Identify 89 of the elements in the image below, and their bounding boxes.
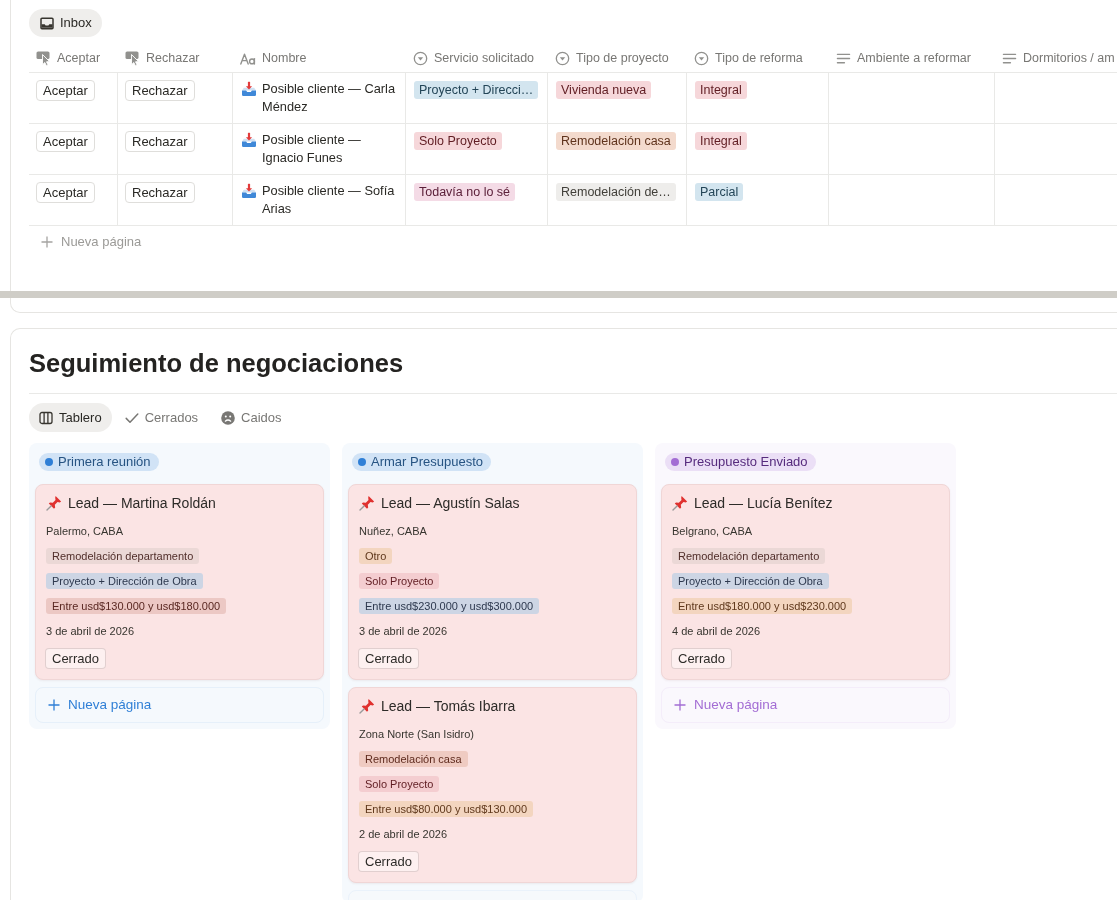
action-button[interactable]: Aceptar [36, 131, 95, 152]
card-location: Zona Norte (San Isidro) [359, 727, 475, 742]
property-tag: Solo Proyecto [359, 776, 440, 792]
section-title: Seguimiento de negociaciones [29, 348, 404, 379]
card-location: Palermo, CABA [46, 524, 125, 539]
button-cursor-icon [36, 50, 51, 66]
select-tag: Vivienda nueva [556, 81, 652, 99]
row-title[interactable]: Posible cliente — Ignacio Funes [262, 131, 403, 167]
row-title[interactable]: Posible cliente — Sofía Arias [262, 182, 403, 218]
column-header[interactable]: Tipo de reforma [687, 44, 829, 72]
sad-face-icon [221, 410, 236, 425]
column-header[interactable]: Tipo de proyecto [548, 44, 687, 72]
property-tag: Entre usd$180.000 y usd$230.000 [672, 598, 853, 614]
property-tag: Remodelación departamento [46, 548, 200, 564]
column-header[interactable]: Dormitorios / am [995, 44, 1117, 72]
view-tab[interactable]: Caidos [211, 403, 292, 432]
view-tab[interactable]: Tablero [29, 403, 112, 432]
select-tag: Integral [695, 81, 747, 99]
property-tag: Entre usd$80.000 y usd$130.000 [359, 801, 534, 817]
action-button[interactable]: Rechazar [125, 80, 195, 101]
card-title: Lead — Agustín Salas [381, 494, 520, 513]
plus-icon [674, 699, 686, 711]
card-title: Lead — Lucía Benítez [694, 494, 833, 513]
card-date: 3 de abril de 2026 [46, 624, 136, 639]
select-icon [694, 50, 709, 66]
property-tag: Remodelación casa [359, 751, 468, 767]
board-card[interactable]: Lead — Tomás Ibarra Zona Norte (San Isidro) Remodelación casa Solo Proyecto Entre usd$80.000 y usd$130.000 2 de abril de 2026 Cerrado [348, 687, 637, 883]
check-icon [124, 410, 139, 425]
inbox-tray-icon [241, 183, 257, 199]
board-columns-icon [39, 410, 53, 425]
card-title: Lead — Martina Roldán [68, 494, 216, 513]
property-tag: Remodelación departamento [672, 548, 826, 564]
card-title: Lead — Tomás Ibarra [381, 697, 516, 716]
column-header[interactable]: Ambiente a reformar [829, 44, 995, 72]
card-button[interactable]: Cerrado [45, 648, 106, 669]
card-button[interactable]: Cerrado [358, 648, 419, 669]
column-header[interactable]: Rechazar [118, 44, 233, 72]
board-card[interactable]: Lead — Martina Roldán Palermo, CABA Remodelación departamento Proyecto + Dirección de Obra Entre usd$130.000 y usd$180.000 3 de abril de 2026 Cerrado [35, 484, 324, 680]
property-tag: Proyecto + Dirección de Obra [672, 573, 829, 589]
pushpin-icon [359, 698, 375, 714]
board-card[interactable]: Lead — Lucía Benítez Belgrano, CABA Remodelación departamento Proyecto + Dirección de Obra Entre usd$180.000 y usd$230.000 4 de abril de 2026 Cerrado [661, 484, 950, 680]
select-tag: Remodelación de… [556, 183, 676, 201]
column-header[interactable]: Nombre [233, 44, 406, 72]
plus-icon [41, 236, 53, 248]
property-tag: Otro [359, 548, 393, 564]
pushpin-icon [46, 495, 62, 511]
select-tag: Solo Proyecto [414, 132, 502, 150]
inbox-tray-icon [241, 81, 257, 97]
inbox-tray-icon [241, 132, 257, 148]
action-button[interactable]: Rechazar [125, 131, 195, 152]
card-location: Nuñez, CABA [359, 524, 428, 539]
inbox-icon [40, 15, 54, 31]
card-date: 3 de abril de 2026 [359, 624, 449, 639]
select-icon [413, 50, 428, 66]
property-tag: Proyecto + Dirección de Obra [46, 573, 203, 589]
button-cursor-icon [125, 50, 140, 66]
pushpin-icon [359, 495, 375, 511]
column-header[interactable]: Servicio solicitado [406, 44, 548, 72]
view-tab[interactable]: Inbox [29, 9, 102, 37]
action-button[interactable]: Rechazar [125, 182, 195, 203]
select-tag: Remodelación casa [556, 132, 676, 150]
row-title[interactable]: Posible cliente — Carla Méndez [262, 80, 403, 116]
column-header[interactable]: Aceptar [29, 44, 118, 72]
view-tab[interactable]: Cerrados [114, 403, 209, 432]
property-tag: Entre usd$230.000 y usd$300.000 [359, 598, 540, 614]
action-button[interactable]: Aceptar [36, 80, 95, 101]
action-button[interactable]: Aceptar [36, 182, 95, 203]
card-date: 4 de abril de 2026 [672, 624, 762, 639]
group-title: Primera reunión [58, 453, 151, 472]
select-tag: Proyecto + Direcci… [414, 81, 539, 99]
select-tag: Todavía no lo sé [414, 183, 516, 201]
text-type-icon [240, 51, 256, 65]
card-location: Belgrano, CABA [672, 524, 754, 539]
card-date: 2 de abril de 2026 [359, 827, 449, 842]
property-tag: Entre usd$130.000 y usd$180.000 [46, 598, 227, 614]
select-tag: Parcial [695, 183, 744, 201]
card-button[interactable]: Cerrado [358, 851, 419, 872]
property-tag: Solo Proyecto [359, 573, 440, 589]
new-page-button[interactable]: Nueva página [661, 687, 950, 723]
board-card[interactable]: Lead — Agustín Salas Nuñez, CABA Otro Solo Proyecto Entre usd$230.000 y usd$300.000 3 de abril de 2026 Cerrado [348, 484, 637, 680]
scrollbar[interactable] [0, 291, 1117, 298]
group-title: Armar Presupuesto [371, 453, 483, 472]
select-tag: Integral [695, 132, 747, 150]
select-icon [555, 50, 570, 66]
group-title: Presupuesto Enviado [684, 453, 808, 472]
pushpin-icon [672, 495, 688, 511]
plus-icon [48, 699, 60, 711]
card-button[interactable]: Cerrado [671, 648, 732, 669]
new-page-button[interactable]: Nueva página [35, 687, 324, 723]
